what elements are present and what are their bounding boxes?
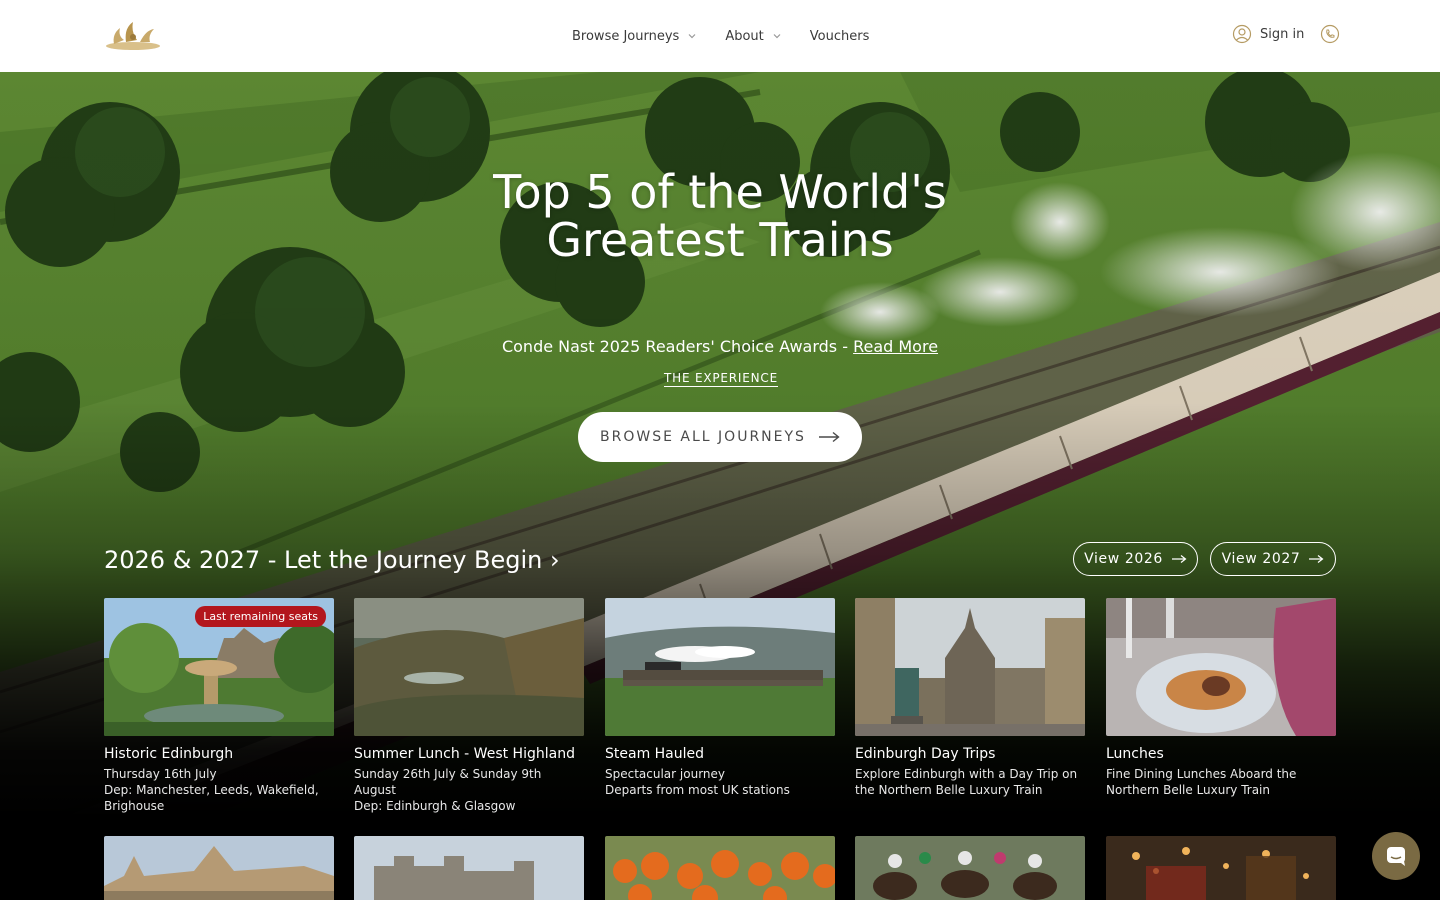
- chat-button[interactable]: [1372, 832, 1420, 880]
- journey-card-steam-hauled[interactable]: Steam Hauled Spectacular journey Departs…: [605, 598, 835, 798]
- user-area: Sign in: [1232, 24, 1340, 44]
- journey-card-edinburgh-day-trips[interactable]: Edinburgh Day Trips Explore Edinburgh wi…: [855, 598, 1085, 798]
- nav-browse-journeys-label: Browse Journeys: [572, 28, 680, 44]
- journey-card-line: Thursday 16th July: [104, 767, 217, 781]
- sign-in-link[interactable]: Sign in: [1232, 24, 1304, 44]
- journey-card-line: Fine Dining Lunches Aboard the: [1106, 767, 1297, 781]
- journey-card-line: Dep: Manchester, Leeds, Wakefield,: [104, 783, 319, 797]
- nav-vouchers-label: Vouchers: [809, 28, 870, 44]
- sign-in-label: Sign in: [1260, 26, 1305, 42]
- chevron-down-icon: [773, 34, 781, 39]
- journey-card-line: Explore Edinburgh with a Day Trip on: [855, 767, 1078, 781]
- journey-card-line: Dep: Edinburgh & Glasgow: [354, 799, 516, 813]
- browse-all-journeys-label: BROWSE ALL JOURNEYS: [600, 429, 806, 445]
- journey-card-line: August: [354, 783, 396, 797]
- browse-all-journeys-button[interactable]: BROWSE ALL JOURNEYS: [578, 412, 862, 462]
- nav-vouchers[interactable]: Vouchers: [810, 29, 870, 44]
- chevron-down-icon: [688, 34, 696, 39]
- journey-card-line: Northern Belle Luxury Train: [1106, 783, 1270, 797]
- nav-browse-journeys[interactable]: Browse Journeys: [572, 29, 697, 44]
- hero-section: Top 5 of the World's Greatest Trains Con…: [0, 72, 1440, 900]
- site-header: Browse Journeys About Vouchers Sign in: [0, 0, 1440, 72]
- view-2027-label: View 2027: [1221, 551, 1301, 567]
- read-more-link[interactable]: Read More: [853, 337, 938, 356]
- journey-card-line: the Northern Belle Luxury Train: [855, 783, 1043, 797]
- journey-card-line: Departs from most UK stations: [605, 783, 790, 797]
- phone-icon[interactable]: [1320, 24, 1340, 44]
- journey-card-image: [354, 598, 584, 736]
- journey-card-title: Lunches: [1106, 746, 1164, 762]
- view-2026-button[interactable]: View 2026: [1073, 542, 1198, 576]
- user-circle-icon: [1232, 24, 1252, 44]
- main-nav: Browse Journeys About Vouchers: [572, 0, 897, 72]
- nav-about-label: About: [725, 28, 764, 44]
- hero-title: Top 5 of the World's Greatest Trains: [493, 165, 947, 267]
- journey-card-line: Sunday 26th July & Sunday 9th: [354, 767, 542, 781]
- journey-card-image: Last remaining seats: [104, 598, 334, 736]
- journey-card-lunches[interactable]: Lunches Fine Dining Lunches Aboard the N…: [1106, 598, 1336, 798]
- view-2026-label: View 2026: [1084, 551, 1163, 567]
- journey-card-image: [855, 598, 1085, 736]
- the-experience-link[interactable]: THE EXPERIENCE: [664, 371, 778, 387]
- journey-card-image: [605, 598, 835, 736]
- logo[interactable]: [104, 20, 162, 52]
- journey-card-image: [1106, 598, 1336, 736]
- journey-card-title: Edinburgh Day Trips: [855, 746, 996, 762]
- view-2027-button[interactable]: View 2027: [1210, 542, 1336, 576]
- journey-card-title: Historic Edinburgh: [104, 746, 234, 762]
- arrow-right-icon: [1309, 555, 1324, 563]
- journey-card-historic-edinburgh[interactable]: Last remaining seats Historic Edinburgh …: [104, 598, 334, 814]
- journey-card-image[interactable]: [605, 836, 835, 900]
- journey-card-image[interactable]: [855, 836, 1085, 900]
- journey-card-line: Spectacular journey: [605, 767, 726, 781]
- journey-card-west-highland[interactable]: Summer Lunch - West Highland Sunday 26th…: [354, 598, 584, 814]
- journey-card-image[interactable]: [104, 836, 334, 900]
- nav-about[interactable]: About: [725, 29, 781, 44]
- journey-card-title: Summer Lunch - West Highland: [354, 746, 575, 762]
- hero-subtitle: Conde Nast 2025 Readers' Choice Awards -…: [420, 337, 1020, 356]
- journey-card-image[interactable]: [354, 836, 584, 900]
- journeys-heading[interactable]: 2026 & 2027 - Let the Journey Begin ›: [104, 546, 560, 574]
- arrow-right-icon: [818, 431, 840, 443]
- journey-card-image[interactable]: [1106, 836, 1336, 900]
- hero-subtitle-text: Conde Nast 2025 Readers' Choice Awards -: [501, 337, 854, 356]
- last-seats-badge: Last remaining seats: [195, 606, 326, 627]
- journey-card-title: Steam Hauled: [605, 746, 705, 762]
- arrow-right-icon: [1171, 555, 1187, 563]
- journey-card-line: Brighouse: [104, 799, 165, 813]
- chat-icon: [1387, 847, 1405, 866]
